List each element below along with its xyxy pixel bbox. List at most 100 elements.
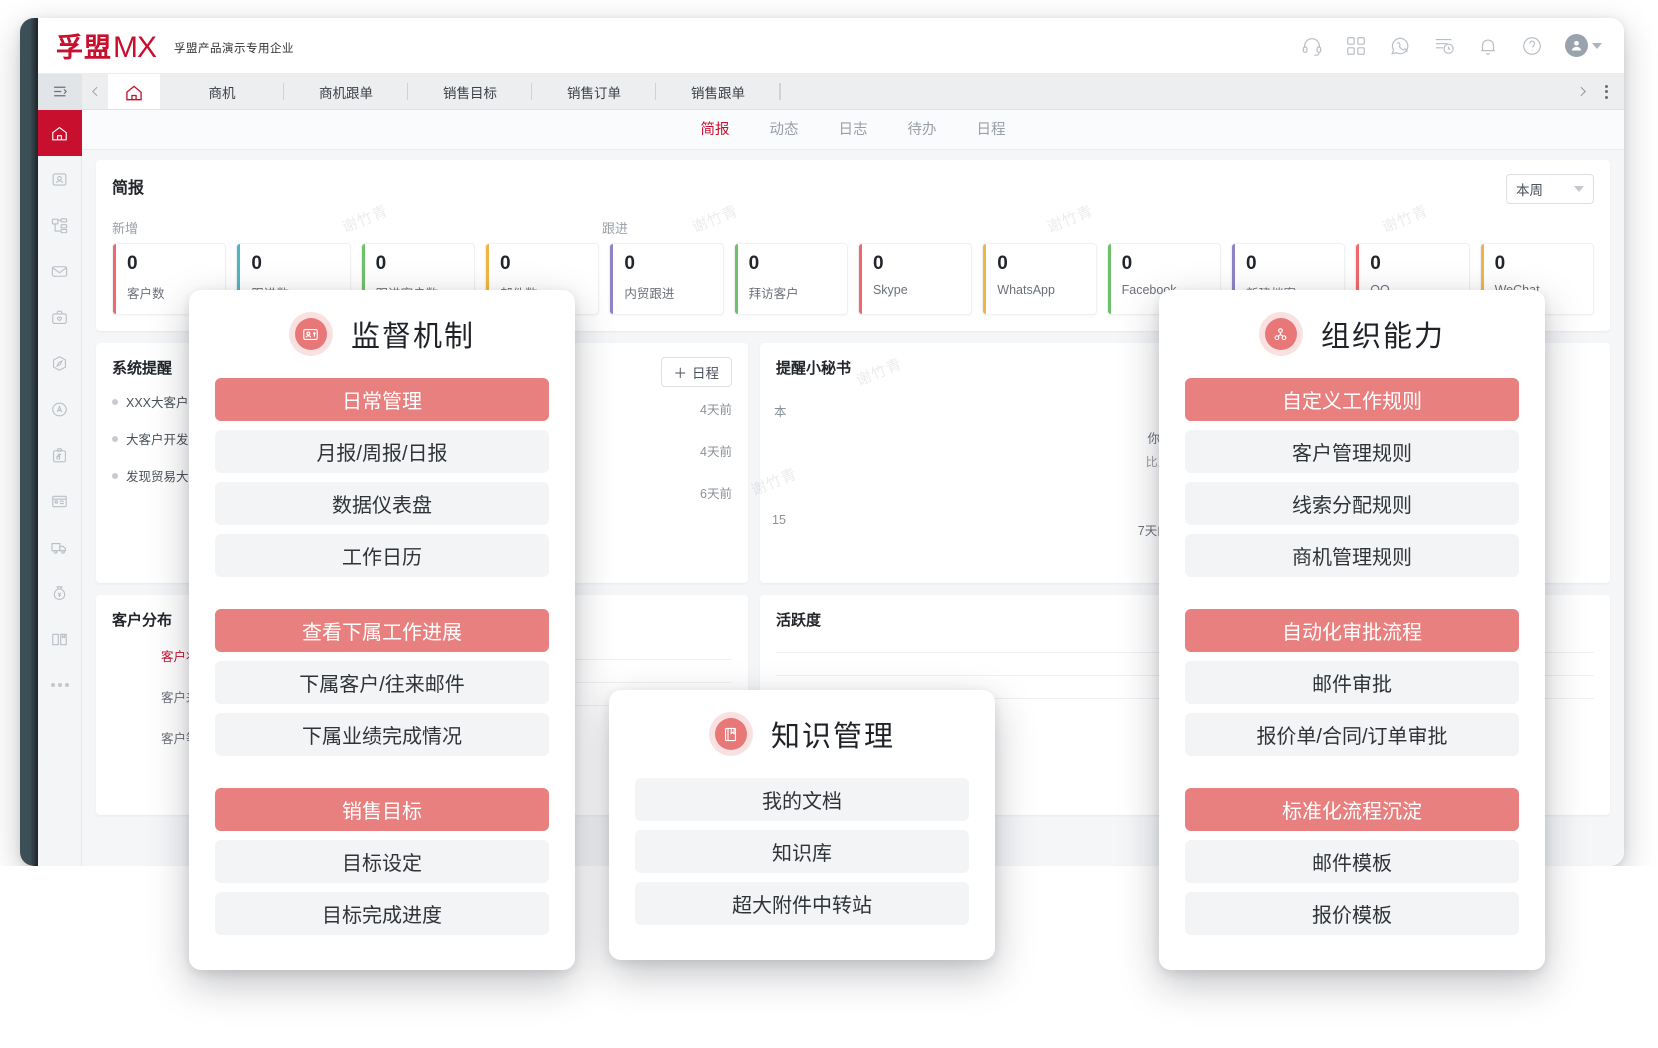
bell-icon[interactable] bbox=[1477, 35, 1499, 57]
tab-opportunity-order[interactable]: 商机跟单 bbox=[284, 74, 408, 109]
stat-value: 0 bbox=[376, 254, 474, 273]
tab-sales-followup[interactable]: 销售跟单 bbox=[656, 74, 780, 109]
modal-knowledge: 知识管理 我的文档知识库超大附件中转站 bbox=[609, 690, 995, 960]
modal-option[interactable]: 报价单/合同/订单审批 bbox=[1185, 713, 1519, 756]
modal-option[interactable]: 目标完成进度 bbox=[215, 892, 549, 935]
modal-option[interactable]: 邮件审批 bbox=[1185, 661, 1519, 704]
stat-value: 0 bbox=[873, 254, 971, 273]
sidebar-item-customer[interactable] bbox=[38, 156, 82, 202]
sidebar-item-quote[interactable] bbox=[38, 432, 82, 478]
modal-option[interactable]: 月报/周报/日报 bbox=[215, 430, 549, 473]
plus-icon: ＋ bbox=[674, 362, 688, 382]
modal-option[interactable]: 知识库 bbox=[635, 830, 969, 873]
group-label-new: 新增 bbox=[112, 218, 212, 237]
whatsapp-icon[interactable] bbox=[1389, 35, 1411, 57]
stat-value: 0 bbox=[997, 254, 1095, 273]
modal-option[interactable]: 工作日历 bbox=[215, 534, 549, 577]
modal-option[interactable]: 数据仪表盘 bbox=[215, 482, 549, 525]
add-schedule-label: 日程 bbox=[692, 362, 719, 382]
modal-group-heading[interactable]: 标准化流程沉淀 bbox=[1185, 788, 1519, 831]
tab-opportunity[interactable]: 商机 bbox=[160, 74, 284, 109]
subnav-item-todo[interactable]: 待办 bbox=[908, 118, 937, 141]
modal-group-heading[interactable]: 自动化审批流程 bbox=[1185, 609, 1519, 652]
sidebar-item-book[interactable] bbox=[38, 616, 82, 662]
stat-value: 0 bbox=[1122, 254, 1220, 273]
help-icon[interactable] bbox=[1521, 35, 1543, 57]
secretary-side-time-2: 15 bbox=[772, 513, 786, 527]
sidebar-item-org-tree[interactable] bbox=[38, 202, 82, 248]
task-clock-icon[interactable] bbox=[1433, 35, 1455, 57]
modal-supervision: 监督机制 日常管理月报/周报/日报数据仪表盘工作日历查看下属工作进展下属客户/往… bbox=[189, 290, 575, 970]
period-select-value: 本周 bbox=[1516, 179, 1543, 199]
subnav-item-activity[interactable]: 动态 bbox=[770, 118, 799, 141]
sidebar-item-compass[interactable] bbox=[38, 340, 82, 386]
subnav-item-briefing[interactable]: 简报 bbox=[701, 118, 730, 141]
org-nodes-icon bbox=[1259, 312, 1303, 356]
period-select[interactable]: 本周 bbox=[1506, 174, 1594, 204]
apps-grid-icon[interactable] bbox=[1345, 35, 1367, 57]
avatar bbox=[1565, 34, 1588, 57]
logo-chinese: 孚盟 bbox=[56, 26, 112, 65]
logo-mx: MX bbox=[113, 31, 156, 65]
modal-option[interactable]: 我的文档 bbox=[635, 778, 969, 821]
stat-value: 0 bbox=[500, 254, 598, 273]
stat-value: 0 bbox=[1370, 254, 1468, 273]
modal-group-heading[interactable]: 日常管理 bbox=[215, 378, 549, 421]
stat-card[interactable]: 0WhatsApp bbox=[982, 243, 1096, 315]
modal-group-gap bbox=[1185, 586, 1519, 605]
modal-organization: 组织能力 自定义工作规则客户管理规则线索分配规则商机管理规则自动化审批流程邮件审… bbox=[1159, 290, 1545, 970]
sidebar-item-truck[interactable] bbox=[38, 524, 82, 570]
stat-label: Skype bbox=[873, 283, 971, 297]
modal-option[interactable]: 线索分配规则 bbox=[1185, 482, 1519, 525]
modal-option[interactable]: 报价模板 bbox=[1185, 892, 1519, 935]
chevron-down-icon bbox=[1592, 43, 1602, 49]
sidebar-item-mail[interactable] bbox=[38, 248, 82, 294]
modal-group-heading[interactable]: 查看下属工作进展 bbox=[215, 609, 549, 652]
bullet-icon bbox=[112, 473, 118, 479]
bullet-icon bbox=[112, 436, 118, 442]
modal-option[interactable]: 客户管理规则 bbox=[1185, 430, 1519, 473]
stat-group-labels: 新增 跟进 bbox=[112, 218, 1594, 237]
stat-card[interactable]: 0内贸跟进 bbox=[609, 243, 723, 315]
sidebar-item-letter-a[interactable] bbox=[38, 386, 82, 432]
modal-group-heading[interactable]: 自定义工作规则 bbox=[1185, 378, 1519, 421]
sidebar-item-home[interactable] bbox=[38, 110, 82, 156]
modal-group-heading[interactable]: 销售目标 bbox=[215, 788, 549, 831]
stat-value: 0 bbox=[624, 254, 722, 273]
tab-more-icon[interactable] bbox=[1605, 85, 1608, 99]
tab-sales-order[interactable]: 销售订单 bbox=[532, 74, 656, 109]
sidebar-item-more[interactable] bbox=[38, 662, 82, 708]
sidebar-item-money-bag[interactable] bbox=[38, 570, 82, 616]
screen-root: 孚盟 MX 孚盟产品演示专用企业 bbox=[0, 0, 1658, 1048]
briefing-header: 简报 本周 bbox=[112, 174, 1594, 204]
modal-option[interactable]: 下属业绩完成情况 bbox=[215, 713, 549, 756]
stat-card[interactable]: 0拜访客户 bbox=[734, 243, 848, 315]
tab-sales-target[interactable]: 销售目标 bbox=[408, 74, 532, 109]
subnav-item-schedule[interactable]: 日程 bbox=[977, 118, 1006, 141]
app-logo[interactable]: 孚盟 MX bbox=[56, 26, 156, 65]
modal-option[interactable]: 目标设定 bbox=[215, 840, 549, 883]
brand-header: 孚盟 MX 孚盟产品演示专用企业 bbox=[38, 18, 1624, 74]
chevron-down-icon bbox=[1574, 186, 1584, 192]
menu-collapse-icon[interactable] bbox=[38, 74, 82, 109]
modal-option[interactable]: 商机管理规则 bbox=[1185, 534, 1519, 577]
modal-group-gap bbox=[1185, 765, 1519, 784]
modal-option[interactable]: 邮件模板 bbox=[1185, 840, 1519, 883]
tabs-scroll-left-icon[interactable] bbox=[82, 74, 108, 109]
user-avatar-menu[interactable] bbox=[1565, 34, 1602, 57]
sidebar-item-invoice[interactable] bbox=[38, 478, 82, 524]
tab-strip: 商机 商机跟单 销售目标 销售订单 销售跟单 bbox=[38, 74, 1624, 110]
stat-card[interactable]: 0 Skype bbox=[858, 243, 972, 315]
tabs-scroll-right-icon[interactable] bbox=[1576, 85, 1589, 98]
modal-option[interactable]: 超大附件中转站 bbox=[635, 882, 969, 925]
more-dots-icon bbox=[51, 683, 69, 687]
header-icon-group bbox=[1301, 34, 1602, 57]
add-schedule-button[interactable]: ＋ 日程 bbox=[661, 357, 733, 387]
modal-knowledge-body: 我的文档知识库超大附件中转站 bbox=[635, 778, 969, 925]
modal-option[interactable]: 下属客户/往来邮件 bbox=[215, 661, 549, 704]
headset-icon[interactable] bbox=[1301, 35, 1323, 57]
tab-home[interactable] bbox=[108, 74, 160, 109]
stat-value: 0 bbox=[1246, 254, 1344, 273]
subnav-item-log[interactable]: 日志 bbox=[839, 118, 868, 141]
sidebar-item-briefcase[interactable] bbox=[38, 294, 82, 340]
